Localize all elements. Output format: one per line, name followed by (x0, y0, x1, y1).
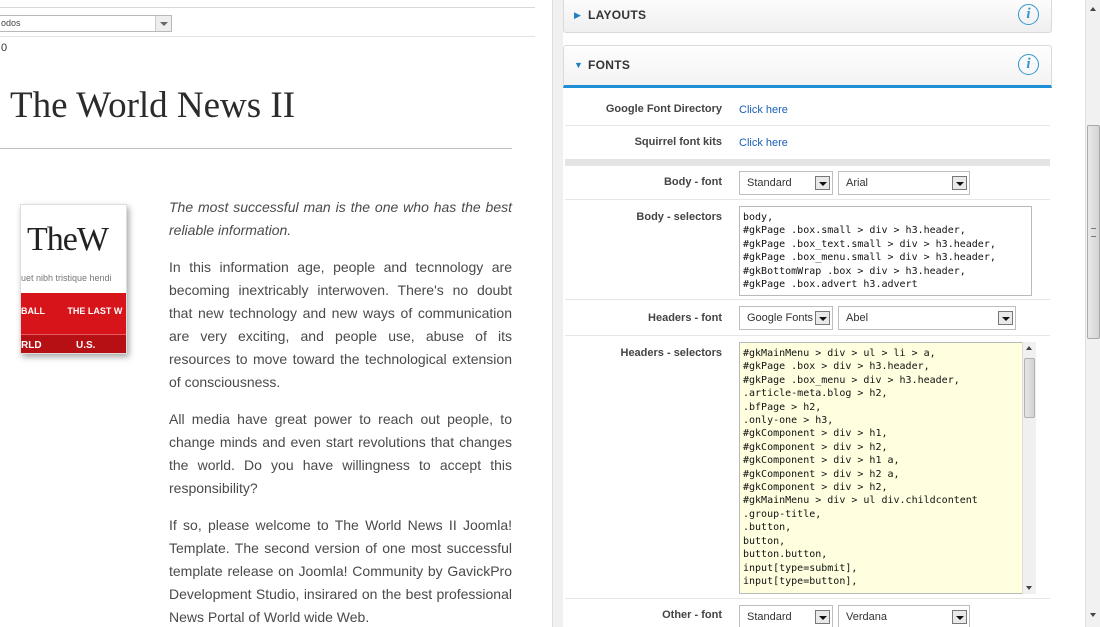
squirrel-font-kits-link[interactable]: Click here (739, 137, 788, 149)
headers-font-row: Headers - font Google Fonts Abel (565, 300, 1050, 336)
body-font-label: Body - font (663, 176, 722, 188)
info-icon[interactable]: i (1018, 4, 1039, 25)
body-selectors-row: Body - selectors body, #gkPage .box.smal… (565, 200, 1050, 300)
template-thumbnail[interactable]: TheW uet nibh tristique hendi BALL THE L… (20, 204, 127, 354)
headers-font-type-select[interactable]: Google Fonts (739, 306, 833, 330)
headers-selectors-textarea[interactable]: #gkMainMenu > div > ul > li > a, #gkPage… (739, 342, 1036, 594)
headers-font-family-select[interactable]: Abel (838, 306, 1016, 330)
chevron-down-icon[interactable] (815, 176, 830, 190)
textarea-scrollbar[interactable] (1022, 342, 1036, 594)
settings-pane: ▶ LAYOUTS i ▼ FONTS i Google Font Direct… (563, 0, 1085, 627)
thumbnail-nav-item: BALL (21, 306, 45, 316)
thumbnail-nav-item: U.S. (76, 340, 96, 351)
divider (0, 148, 512, 149)
accordion-fonts[interactable]: ▼ FONTS i (563, 45, 1052, 88)
body-font-row: Body - font Standard Arial (565, 166, 1050, 200)
info-icon[interactable]: i (1018, 54, 1039, 75)
other-font-label: Other - font (662, 609, 722, 621)
body-font-type-select[interactable]: Standard (739, 171, 833, 195)
article-paragraph: In this information age, people and tecn… (169, 259, 512, 390)
chevron-down-icon[interactable] (952, 610, 967, 624)
body-font-family-select[interactable]: Arial (838, 171, 970, 195)
preview-select[interactable]: odos (0, 15, 172, 32)
google-font-directory-row: Google Font Directory Click here (565, 92, 1050, 126)
preview-select-value: odos (1, 18, 21, 28)
chevron-down-icon: ▼ (574, 60, 583, 70)
headers-selectors-row: Headers - selectors #gkMainMenu > div > … (565, 336, 1050, 599)
chevron-down-icon[interactable] (998, 311, 1013, 325)
thumbnail-tagline: uet nibh tristique hendi (21, 273, 112, 283)
other-font-type-select[interactable]: Standard (739, 605, 833, 627)
headers-font-label: Headers - font (648, 312, 722, 324)
scrollbar-thumb[interactable] (1087, 125, 1100, 339)
chevron-down-icon[interactable] (952, 176, 967, 190)
section-separator (565, 159, 1050, 166)
chevron-down-icon[interactable] (815, 610, 830, 624)
chevron-down-icon[interactable] (155, 16, 171, 31)
other-font-type-value: Standard (747, 611, 792, 623)
article-paragraph: All media have great power to reach out … (169, 411, 512, 496)
body-font-type-value: Standard (747, 177, 792, 189)
divider (0, 36, 535, 37)
thumbnail-nav-row: BALL THE LAST W (21, 306, 122, 316)
scroll-down-icon[interactable] (1023, 581, 1036, 594)
pane-divider[interactable] (552, 0, 563, 627)
body-selectors-label: Body - selectors (636, 211, 722, 223)
chevron-right-icon: ▶ (574, 10, 581, 20)
thumbnail-brand: TheW (27, 221, 109, 258)
other-font-row: Other - font Standard Verdana (565, 599, 1050, 627)
scroll-down-icon[interactable] (1086, 608, 1100, 623)
headers-font-type-value: Google Fonts (747, 312, 814, 324)
thumbnail-nav-item: THE LAST W (67, 306, 123, 316)
other-font-family-value: Verdana (846, 611, 887, 623)
scrollbar-thumb[interactable] (1024, 358, 1035, 418)
article-paragraph: The most successful man is the one who h… (169, 199, 512, 238)
accordion-layouts-label: LAYOUTS (588, 8, 647, 22)
thumbnail-subnav: RLD U.S. (21, 334, 126, 353)
page-scrollbar[interactable] (1085, 0, 1100, 627)
article-paragraph: If so, please welcome to The World News … (169, 517, 512, 625)
headers-selectors-wrapper: #gkMainMenu > div > ul > li > a, #gkPage… (739, 342, 1036, 594)
scroll-up-icon[interactable] (1086, 2, 1100, 17)
article-body: The most successful man is the one who h… (169, 196, 512, 627)
counter-text: 0 (1, 42, 8, 54)
thumbnail-navbar: BALL THE LAST W RLD U.S. (21, 293, 126, 353)
body-font-family-value: Arial (846, 177, 869, 189)
google-font-directory-link[interactable]: Click here (739, 104, 788, 116)
headers-selectors-label: Headers - selectors (620, 347, 723, 359)
scroll-up-icon[interactable] (1023, 342, 1036, 355)
page-title: The World News II (10, 85, 296, 126)
headers-font-family-value: Abel (846, 312, 869, 324)
other-font-family-select[interactable]: Verdana (838, 605, 970, 627)
squirrel-font-kits-label: Squirrel font kits (634, 136, 722, 148)
accordion-fonts-label: FONTS (588, 58, 631, 72)
chevron-down-icon[interactable] (815, 311, 830, 325)
body-selectors-textarea[interactable]: body, #gkPage .box.small > div > h3.head… (739, 206, 1032, 296)
accordion-layouts[interactable]: ▶ LAYOUTS i (563, 0, 1052, 33)
thumbnail-nav-item: RLD (21, 340, 42, 351)
site-preview-pane: odos 0 The World News II TheW uet nibh t… (0, 0, 552, 627)
divider (0, 7, 535, 8)
squirrel-font-kits-row: Squirrel font kits Click here (565, 126, 1050, 159)
google-font-directory-label: Google Font Directory (605, 103, 722, 115)
